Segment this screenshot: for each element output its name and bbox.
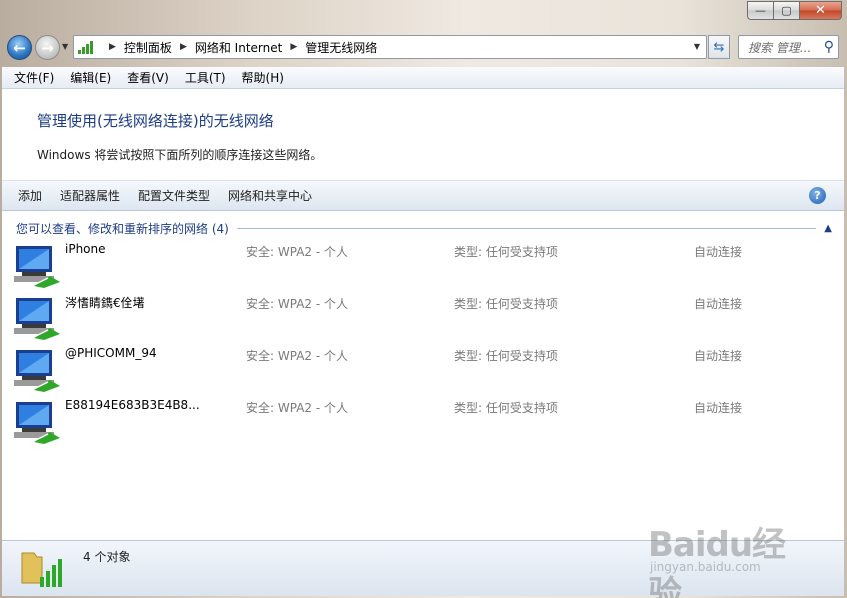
group-divider [236, 227, 817, 229]
menu-help[interactable]: 帮助(H) [234, 69, 292, 86]
network-sharing-center-button[interactable]: 网络和共享中心 [219, 187, 321, 204]
network-connect-mode: 自动连接 [694, 349, 743, 363]
refresh-button[interactable]: ⇆ [708, 35, 730, 59]
group-title: 您可以查看、修改和重新排序的网络 (4) [16, 221, 229, 236]
network-name: @PHICOMM_94 [65, 346, 157, 360]
network-group-header[interactable]: 您可以查看、修改和重新排序的网络 (4) ▲ [16, 220, 832, 236]
network-connect-mode: 自动连接 [694, 297, 743, 311]
caption-buttons: — ▢ ✕ [747, 1, 842, 20]
refresh-icon: ⇆ [713, 39, 725, 55]
profile-type-button[interactable]: 配置文件类型 [129, 187, 219, 204]
network-list-item[interactable]: @PHICOMM_94 安全: WPA2 - 个人 类型: 任何受支持项 自动连… [14, 344, 834, 394]
title-bar[interactable]: — ▢ ✕ [0, 0, 847, 30]
breadcrumb-separator-icon[interactable]: ▶ [290, 42, 297, 52]
network-name: 涔愭睛鐫€佺墸 [65, 296, 145, 310]
network-security: 安全: WPA2 - 个人 [246, 297, 348, 311]
network-connect-mode: 自动连接 [694, 401, 743, 415]
wireless-network-icon [14, 402, 60, 444]
details-pane: 4 个对象 [2, 540, 844, 596]
page-title: 管理使用(无线网络连接)的无线网络 [37, 112, 274, 130]
address-dropdown-icon[interactable]: ▼ [694, 42, 700, 51]
network-list-item[interactable]: 涔愭睛鐫€佺墸 安全: WPA2 - 个人 类型: 任何受支持项 自动连接 [14, 292, 834, 342]
network-name: E88194E683B3E4B8... [65, 398, 200, 412]
close-button[interactable]: ✕ [799, 1, 842, 20]
address-bar[interactable]: ▶ 控制面板 ▶ 网络和 Internet ▶ 管理无线网络 ▼ [73, 35, 707, 59]
forward-button[interactable]: → [35, 35, 60, 60]
help-icon[interactable]: ? [809, 187, 826, 204]
network-connect-mode: 自动连接 [694, 245, 743, 259]
maximize-button[interactable]: ▢ [773, 1, 799, 20]
collapse-chevron-icon[interactable]: ▲ [824, 223, 832, 234]
breadcrumb-network-internet[interactable]: 网络和 Internet [195, 39, 282, 56]
control-panel-window: — ▢ ✕ ← → ▼ ▶ 控制面板 ▶ 网络和 Internet ▶ 管理无线… [0, 0, 847, 598]
forward-arrow-icon: → [41, 38, 54, 57]
search-input[interactable]: 搜索 管理... ⚲ [738, 35, 839, 59]
adapter-properties-button[interactable]: 适配器属性 [51, 187, 129, 204]
item-count: 4 个对象 [83, 550, 131, 564]
menu-tools[interactable]: 工具(T) [177, 69, 234, 86]
recent-pages-dropdown-icon[interactable]: ▼ [62, 42, 68, 51]
menu-edit[interactable]: 编辑(E) [62, 69, 119, 86]
navigation-row: ← → ▼ ▶ 控制面板 ▶ 网络和 Internet ▶ 管理无线网络 ▼ ⇆… [0, 33, 847, 61]
wireless-network-icon [14, 298, 60, 340]
menu-bar: 文件(F) 编辑(E) 查看(V) 工具(T) 帮助(H) [2, 67, 844, 89]
back-arrow-icon: ← [13, 38, 26, 57]
content-pane: 管理使用(无线网络连接)的无线网络 Windows 将尝试按照下面所列的顺序连接… [2, 89, 844, 540]
breadcrumb-manage-wireless[interactable]: 管理无线网络 [305, 39, 377, 56]
search-placeholder: 搜索 管理... [748, 40, 812, 55]
network-type: 类型: 任何受支持项 [454, 297, 558, 311]
breadcrumb-control-panel[interactable]: 控制面板 [124, 39, 172, 56]
command-bar: 添加 适配器属性 配置文件类型 网络和共享中心 ? [2, 180, 844, 211]
wireless-network-icon [14, 246, 60, 288]
network-type: 类型: 任何受支持项 [454, 401, 558, 415]
menu-file[interactable]: 文件(F) [6, 69, 62, 86]
network-security: 安全: WPA2 - 个人 [246, 349, 348, 363]
page-description: Windows 将尝试按照下面所列的顺序连接这些网络。 [37, 148, 323, 162]
menu-view[interactable]: 查看(V) [119, 69, 177, 86]
minimize-button[interactable]: — [747, 1, 773, 20]
network-type: 类型: 任何受支持项 [454, 245, 558, 259]
search-icon[interactable]: ⚲ [824, 39, 834, 55]
network-name: iPhone [65, 242, 106, 256]
breadcrumb-separator-icon[interactable]: ▶ [109, 42, 116, 52]
wireless-folder-icon [21, 552, 62, 587]
breadcrumb-separator-icon[interactable]: ▶ [180, 42, 187, 52]
network-list-item[interactable]: iPhone 安全: WPA2 - 个人 类型: 任何受支持项 自动连接 [14, 240, 834, 290]
network-list-item[interactable]: E88194E683B3E4B8... 安全: WPA2 - 个人 类型: 任何… [14, 396, 834, 446]
wireless-network-icon [14, 350, 60, 392]
network-type: 类型: 任何受支持项 [454, 349, 558, 363]
back-button[interactable]: ← [7, 35, 32, 60]
add-button[interactable]: 添加 [9, 187, 51, 204]
network-signal-icon [78, 40, 96, 54]
network-security: 安全: WPA2 - 个人 [246, 245, 348, 259]
network-security: 安全: WPA2 - 个人 [246, 401, 348, 415]
